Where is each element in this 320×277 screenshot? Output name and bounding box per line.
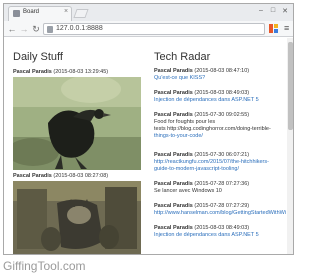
forward-arrow-icon[interactable]: → <box>19 23 29 35</box>
post-author: Pascal Paradis <box>154 152 193 158</box>
maximize-icon[interactable]: □ <box>268 7 278 14</box>
post-link[interactable]: http://www.hanselman.com/blog/GettingSta… <box>154 210 286 217</box>
post-author: Pascal Paradis <box>13 173 52 179</box>
post-link[interactable]: things-to-your-code/ <box>154 133 286 140</box>
tech-post: Pascal Paradis (2015-07-30 09:02:55) Foo… <box>154 112 286 140</box>
page-scrollbar[interactable] <box>287 38 293 254</box>
extension-icon[interactable] <box>269 24 278 33</box>
new-tab-button[interactable] <box>73 9 89 18</box>
minimize-icon[interactable]: – <box>256 7 266 14</box>
post-link[interactable]: guide-to-modern-javascript-tooling/ <box>154 166 286 173</box>
tech-post: Pascal Paradis (2015-07-28 07:27:29) htt… <box>154 203 286 217</box>
close-window-icon[interactable]: ✕ <box>280 7 290 15</box>
page-content: Daily Stuff Pascal Paradis (2015-08-03 1… <box>4 38 287 254</box>
daily-post: Pascal Paradis (2015-08-03 08:27:08) <box>13 173 141 180</box>
post-link[interactable]: Qu'est-ce que KISS? <box>154 75 286 82</box>
post-timestamp: (2015-08-03 08:49:03) <box>194 225 250 231</box>
browser-window: Board × – □ ✕ ← → ↻ 127.0.0.1:8888 ≡ Dai… <box>3 3 294 255</box>
post-author: Pascal Paradis <box>154 203 193 209</box>
address-bar[interactable]: 127.0.0.1:8888 <box>43 23 265 35</box>
post-timestamp: (2015-08-03 13:29:45) <box>53 69 109 75</box>
tech-post: Pascal Paradis (2015-07-28 07:27:36) Se … <box>154 181 286 195</box>
post-timestamp: (2015-08-03 08:49:03) <box>194 90 250 96</box>
post-timestamp: (2015-08-03 08:27:08) <box>53 173 109 179</box>
tech-post: Pascal Paradis (2015-07-30 06:07:21) htt… <box>154 152 286 173</box>
post-timestamp: (2015-08-03 08:47:10) <box>194 68 250 74</box>
post-timestamp: (2015-07-30 09:02:55) <box>194 112 250 118</box>
back-arrow-icon[interactable]: ← <box>7 23 17 35</box>
post-timestamp: (2015-07-28 07:27:29) <box>194 203 250 209</box>
post-text: tests http://blog.codinghorror.com/doing… <box>154 126 286 133</box>
tech-post: Pascal Paradis (2015-08-03 08:49:03) Inj… <box>154 90 286 104</box>
scrollbar-thumb[interactable] <box>288 42 293 130</box>
post-author: Pascal Paradis <box>154 112 193 118</box>
post-link[interactable]: Injection de dépendances dans ASP.NET 5 <box>154 97 286 104</box>
tab-bar: Board × – □ ✕ <box>4 4 293 21</box>
reload-icon[interactable]: ↻ <box>31 23 41 35</box>
tech-post: Pascal Paradis (2015-08-03 08:49:03) Inj… <box>154 225 286 239</box>
post-author: Pascal Paradis <box>154 181 193 187</box>
browser-menu-icon[interactable]: ≡ <box>284 23 289 33</box>
post-author: Pascal Paradis <box>154 68 193 74</box>
page-favicon-icon <box>13 10 20 17</box>
watermark-text: GiffingTool.com <box>3 259 86 273</box>
post-author: Pascal Paradis <box>13 69 52 75</box>
close-tab-icon[interactable]: × <box>64 8 68 15</box>
post-text: Food for foughts pour les <box>154 119 216 125</box>
post-link[interactable]: Injection de dépendances dans ASP.NET 5 <box>154 232 286 239</box>
daily-post: Pascal Paradis (2015-08-03 13:29:45) <box>13 69 141 76</box>
cat-photo[interactable] <box>13 181 141 254</box>
post-link[interactable]: tests http://blog.codinghorror.com/doing… <box>154 126 271 132</box>
post-link[interactable]: http://reactkungfu.com/2015/07/the-hitch… <box>154 159 286 166</box>
browser-tab[interactable]: Board × <box>8 6 72 21</box>
post-author: Pascal Paradis <box>154 225 193 231</box>
post-text: Se lancer avec Windows 10 <box>154 188 222 194</box>
post-timestamp: (2015-07-30 06:07:21) <box>194 152 250 158</box>
daily-stuff-heading: Daily Stuff <box>13 51 63 63</box>
tech-post: Pascal Paradis (2015-08-03 08:47:10) Qu'… <box>154 68 286 82</box>
url-text[interactable]: 127.0.0.1:8888 <box>56 25 103 32</box>
post-author: Pascal Paradis <box>154 90 193 96</box>
page-icon <box>47 26 53 33</box>
tech-radar-heading: Tech Radar <box>154 51 211 63</box>
tab-title: Board <box>23 9 40 15</box>
browser-toolbar: ← → ↻ 127.0.0.1:8888 ≡ <box>4 21 293 37</box>
bird-photo[interactable] <box>13 77 141 170</box>
post-timestamp: (2015-07-28 07:27:36) <box>194 181 250 187</box>
